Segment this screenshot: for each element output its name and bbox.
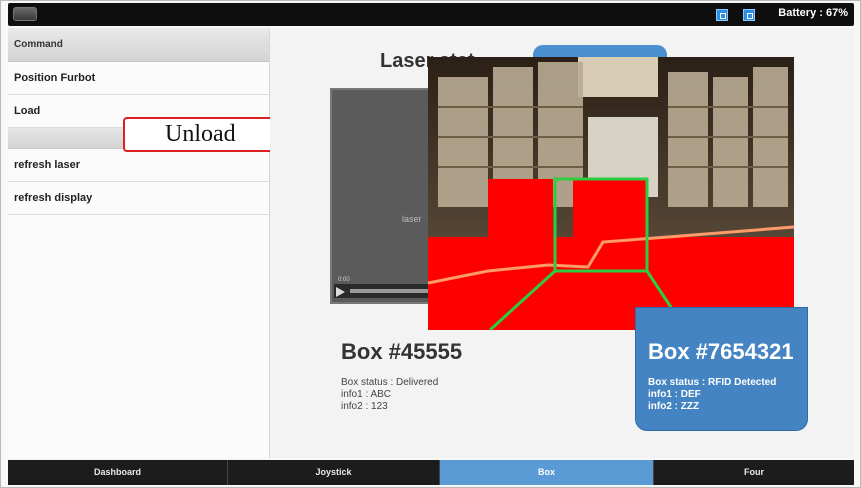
window-icon[interactable] bbox=[716, 9, 728, 21]
video-time: 0:00 bbox=[338, 277, 350, 283]
battery-status: Battery : 67% bbox=[778, 7, 848, 19]
box1-status: Box status : Delivered bbox=[341, 377, 439, 388]
box2-info: Box status : RFID Detected info1 : DEF i… bbox=[648, 377, 776, 413]
box1-info1: info1 : ABC bbox=[341, 389, 392, 400]
sidebar-item-refresh-display[interactable]: refresh display bbox=[8, 182, 269, 215]
sidebar-header: Command bbox=[8, 28, 269, 62]
box2-info2: info2 : ZZZ bbox=[648, 401, 700, 412]
video-progress[interactable] bbox=[350, 289, 428, 293]
box1-info: Box status : Delivered info1 : ABC info2… bbox=[341, 377, 438, 413]
sidebar-item-refresh-laser[interactable]: refresh laser bbox=[8, 149, 269, 182]
menu-button[interactable] bbox=[13, 7, 37, 21]
box2-title: Box #7654321 bbox=[648, 339, 794, 364]
sidebar: Command Position Furbot Load refresh las… bbox=[8, 28, 270, 458]
video-placeholder-text: laser bbox=[402, 214, 422, 224]
box2-status: Box status : RFID Detected bbox=[648, 377, 777, 388]
window-icon-2[interactable] bbox=[743, 9, 755, 21]
box2-info1: info1 : DEF bbox=[648, 389, 701, 400]
camera-view bbox=[428, 57, 794, 330]
video-player[interactable] bbox=[330, 88, 430, 304]
tab-box[interactable]: Box bbox=[440, 460, 654, 485]
tab-four[interactable]: Four bbox=[654, 460, 854, 485]
tab-dashboard[interactable]: Dashboard bbox=[8, 460, 228, 485]
play-icon[interactable] bbox=[336, 287, 345, 297]
ceiling-light bbox=[578, 57, 658, 97]
sidebar-item-position-furbot[interactable]: Position Furbot bbox=[8, 62, 269, 95]
tab-bar: Dashboard Joystick Box Four bbox=[8, 460, 854, 485]
top-bar: Battery : 67% bbox=[8, 3, 854, 26]
box1-title: Box #45555 bbox=[341, 339, 463, 364]
tab-joystick[interactable]: Joystick bbox=[228, 460, 440, 485]
box1-info2: info2 : 123 bbox=[341, 401, 388, 412]
